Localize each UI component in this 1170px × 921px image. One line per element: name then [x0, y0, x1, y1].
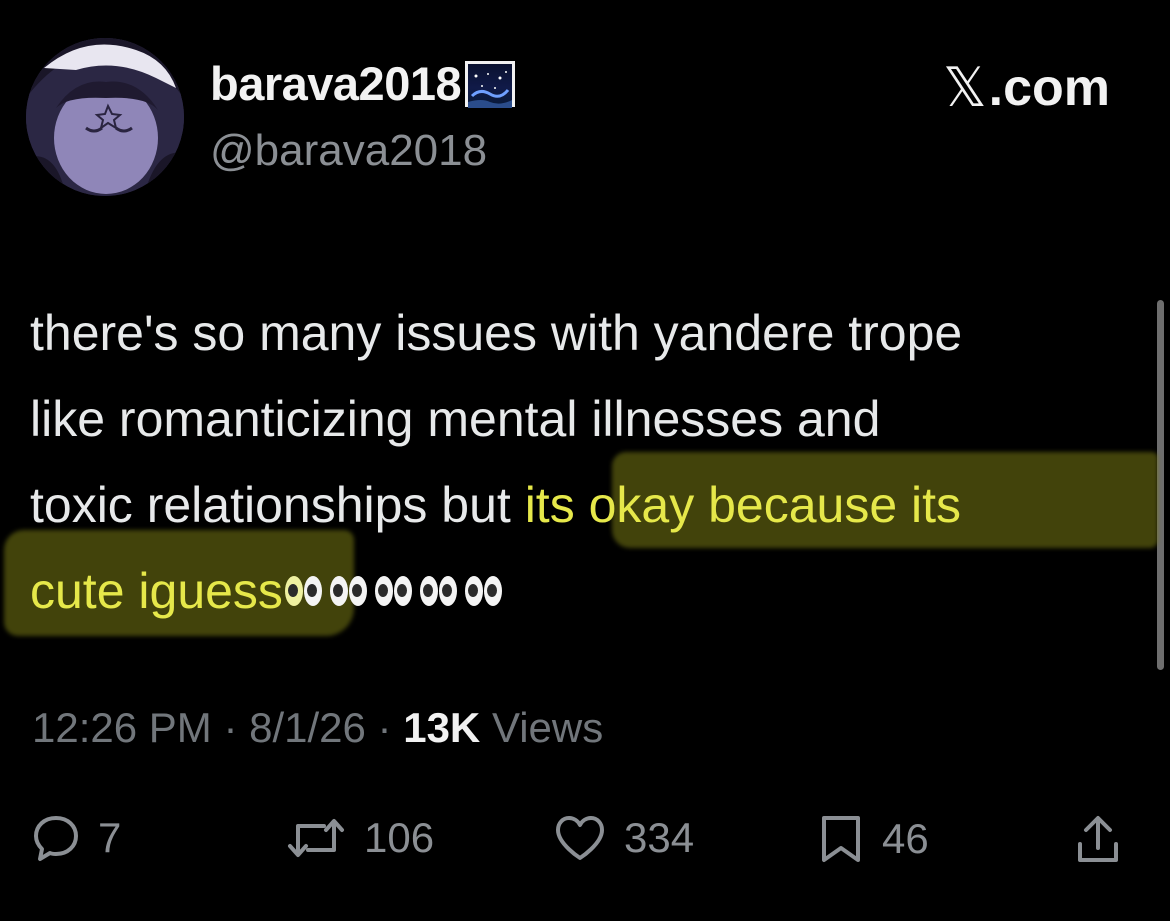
scrollbar[interactable] — [1157, 300, 1164, 670]
like-icon — [552, 812, 608, 864]
highlighted-text: cute iguess — [30, 563, 283, 619]
tweet-line-text: toxic relationships but — [30, 477, 525, 533]
tweet-line: like romanticizing mental illnesses and — [30, 391, 881, 447]
eyes-emoji-icon — [329, 575, 367, 606]
eyes-emoji-icon — [374, 575, 412, 606]
reply-icon — [30, 812, 82, 864]
action-bar: 7 106 334 46 — [30, 812, 1140, 878]
brand-watermark: 𝕏 .com — [943, 56, 1110, 119]
tweet-line: toxic relationships but its okay because… — [30, 462, 1150, 548]
bookmark-count: 46 — [882, 815, 929, 862]
bookmark-icon — [816, 812, 866, 866]
separator: · — [365, 704, 404, 751]
reply-button[interactable]: 7 — [30, 812, 121, 864]
eyes-emoji-icon — [419, 575, 457, 606]
avatar[interactable] — [26, 38, 184, 196]
views-count: 13K — [403, 704, 481, 751]
handle[interactable]: @barava2018 — [210, 126, 487, 176]
views-label: Views — [480, 704, 604, 751]
night-sky-emoji-icon — [465, 60, 516, 108]
reply-count: 7 — [98, 814, 122, 861]
eyes-emoji-row — [284, 575, 502, 606]
display-name[interactable]: barava2018 — [210, 56, 462, 111]
repost-icon — [284, 812, 348, 864]
separator: · — [211, 704, 250, 751]
tweet-date[interactable]: 8/1/26 — [249, 704, 366, 751]
repost-button[interactable]: 106 — [284, 812, 434, 864]
eyes-emoji-icon — [464, 575, 502, 606]
tweet-line: there's so many issues with yandere trop… — [30, 305, 963, 361]
repost-count: 106 — [364, 814, 435, 861]
tweet-text: there's so many issues with yandere trop… — [30, 290, 1150, 634]
tweet-meta: 12:26 PM · 8/1/26 · 13K Views — [32, 704, 603, 752]
eyes-emoji-icon — [284, 575, 322, 606]
display-name-row[interactable]: barava2018 — [210, 56, 516, 111]
bookmark-button[interactable]: 46 — [816, 812, 929, 866]
x-logo-icon: 𝕏 — [943, 56, 987, 119]
tweet-line: cute iguess — [30, 548, 1150, 634]
like-button[interactable]: 334 — [552, 812, 694, 864]
brand-domain: .com — [988, 58, 1110, 117]
avatar-illustration — [26, 38, 184, 196]
share-button[interactable] — [1072, 812, 1124, 868]
share-icon — [1072, 812, 1124, 868]
highlighted-text: its okay because its — [524, 477, 962, 533]
like-count: 334 — [624, 814, 695, 861]
tweet-time[interactable]: 12:26 PM — [32, 704, 212, 751]
